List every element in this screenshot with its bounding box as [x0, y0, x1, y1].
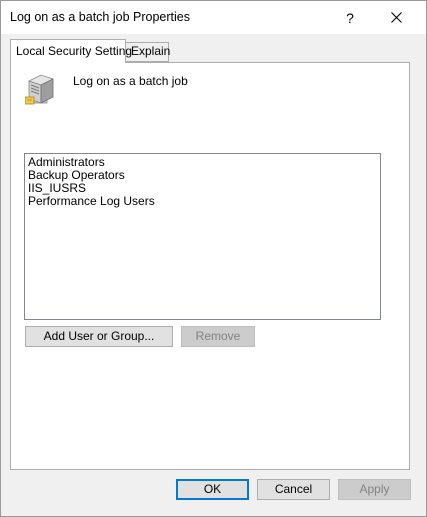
- properties-dialog: Log on as a batch job Properties ? Local…: [0, 0, 427, 517]
- tab-explain[interactable]: Explain: [126, 42, 171, 62]
- cancel-button[interactable]: Cancel: [257, 479, 330, 500]
- close-button[interactable]: [373, 1, 419, 34]
- tab-panel: Log on as a batch job Administrators Bac…: [10, 62, 410, 470]
- tab-local-security-setting[interactable]: Local Security Setting: [10, 39, 132, 63]
- tab-label: Local Security Setting: [16, 44, 133, 58]
- server-icon: [25, 74, 55, 105]
- list-item[interactable]: Performance Log Users: [28, 195, 377, 208]
- window-title: Log on as a batch job Properties: [10, 10, 190, 24]
- remove-button[interactable]: Remove: [181, 326, 255, 347]
- close-icon: [390, 12, 402, 23]
- title-bar[interactable]: Log on as a batch job Properties ?: [1, 1, 426, 34]
- tab-label: Explain: [131, 44, 171, 58]
- apply-button[interactable]: Apply: [338, 479, 411, 500]
- members-list[interactable]: Administrators Backup Operators IIS_IUSR…: [24, 153, 381, 320]
- help-button[interactable]: ?: [327, 1, 373, 34]
- add-user-or-group-button[interactable]: Add User or Group...: [25, 326, 173, 347]
- ok-button[interactable]: OK: [176, 479, 249, 500]
- help-icon: ?: [346, 9, 354, 26]
- policy-name: Log on as a batch job: [73, 74, 188, 88]
